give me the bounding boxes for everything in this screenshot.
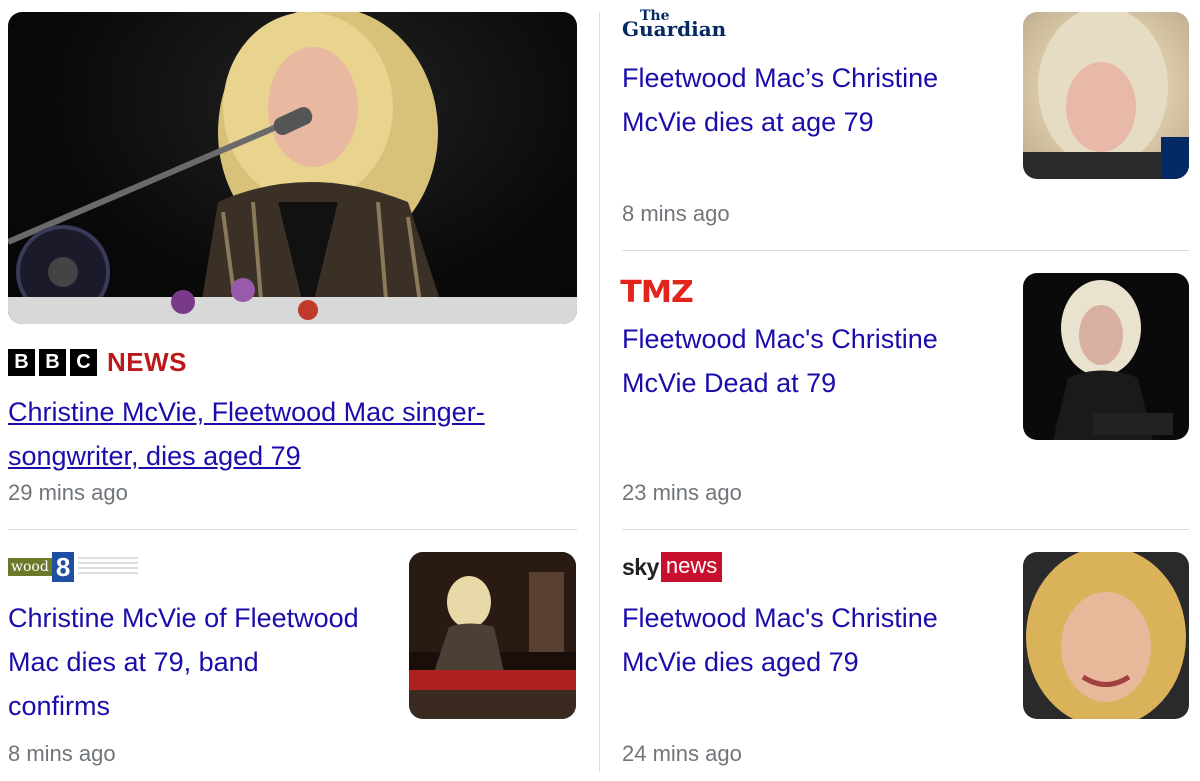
sky-word: sky [622,553,659,580]
source-logo-sky-news: sky news [622,552,723,582]
story-image-bbc[interactable] [8,12,577,324]
headline-line[interactable]: Mac dies at 79, band [8,640,398,684]
sky-news-box: news [660,552,723,582]
source-logo-bbc-news: B B C NEWS [8,347,187,378]
christine-mcvie-keyboard-photo [409,552,576,719]
story-thumbnail-wood[interactable] [409,552,576,719]
story-headline-sky[interactable]: Fleetwood Mac's Christine McVie dies age… [622,596,1002,684]
story-headline-tmz[interactable]: Fleetwood Mac's Christine McVie Dead at … [622,317,1002,405]
wood-tagline-decoration [78,557,139,577]
divider [622,529,1189,530]
headline-line[interactable]: McVie Dead at 79 [622,361,1002,405]
headline-line[interactable]: Christine McVie of Fleetwood [8,596,398,640]
wood-word: wood [8,558,52,576]
headline-line[interactable]: McVie dies aged 79 [622,640,1002,684]
headline-line[interactable]: Christine McVie, Fleetwood Mac singer- [8,390,588,434]
story-time-sky: 24 mins ago [622,741,742,766]
source-logo-tmz: TMZ [620,275,694,310]
story-time-tmz: 23 mins ago [622,480,742,505]
bbc-block-2: B [39,349,66,376]
column-divider [599,12,600,772]
story-thumbnail-guardian[interactable] [1023,12,1189,179]
guardian-name: Guardian [622,17,727,41]
christine-mcvie-portrait-photo [1023,12,1189,179]
divider [8,529,577,530]
source-logo-wood-tv8: wood 8 [8,552,139,582]
wood-number: 8 [51,552,75,582]
story-time-guardian: 8 mins ago [622,201,730,226]
headline-line[interactable]: Fleetwood Mac's Christine [622,596,1002,640]
headline-line[interactable]: songwriter, dies aged 79 [8,434,588,478]
divider [622,250,1189,251]
headline-line[interactable]: Fleetwood Mac’s Christine [622,56,1002,100]
story-time-wood: 8 mins ago [8,741,116,766]
story-thumbnail-tmz[interactable] [1023,273,1189,440]
christine-mcvie-stage-photo [1053,280,1173,440]
story-headline-bbc[interactable]: Christine McVie, Fleetwood Mac singer- s… [8,390,588,478]
story-thumbnail-sky[interactable] [1023,552,1189,719]
story-headline-wood[interactable]: Christine McVie of Fleetwood Mac dies at… [8,596,398,728]
story-time-bbc: 29 mins ago [8,480,128,505]
bbc-news-word: NEWS [107,347,187,377]
singer-at-microphone-photo [8,12,577,324]
source-logo-guardian: The Guardian [622,9,727,41]
headline-line[interactable]: Fleetwood Mac's Christine [622,317,1002,361]
bbc-block-1: B [8,349,35,376]
headline-line[interactable]: McVie dies at age 79 [622,100,1002,144]
story-headline-guardian[interactable]: Fleetwood Mac’s Christine McVie dies at … [622,56,1002,144]
bbc-block-3: C [70,349,97,376]
headline-line[interactable]: confirms [8,684,398,728]
christine-mcvie-closeup-photo [1026,552,1186,719]
